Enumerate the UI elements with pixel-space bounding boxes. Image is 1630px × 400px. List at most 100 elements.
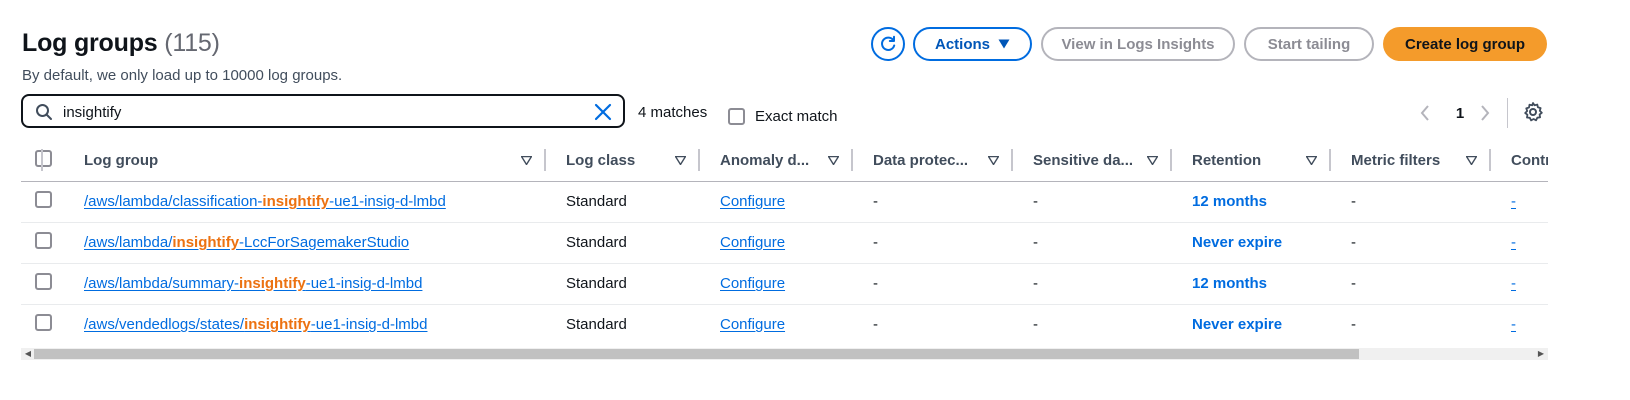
retention-link[interactable]: 12 months [1192,193,1267,210]
view-in-logs-insights-button[interactable]: View in Logs Insights [1041,27,1235,61]
refresh-button[interactable] [871,27,905,61]
row-checkbox[interactable] [35,191,52,208]
chevron-right-icon [1481,105,1490,121]
row-select-cell [21,222,64,264]
scroll-right-arrow-icon[interactable]: ▶ [1536,349,1546,359]
retention-cell: 12 months [1172,263,1331,305]
column-header-metric-filters[interactable]: Metric filters [1331,140,1491,182]
scrollbar-thumb[interactable] [34,349,1359,359]
contributor-insights-cell: - [1491,222,1548,264]
contributor-insights-cell: - [1491,304,1548,345]
log-class-cell: Standard [546,222,700,264]
sensitive-data-cell: - [1013,263,1172,305]
log-group-cell: /aws/vendedlogs/states/insightify-ue1-in… [64,304,546,345]
start-tailing-button[interactable]: Start tailing [1244,27,1374,61]
log-group-link[interactable]: /aws/lambda/classification-insightify-ue… [84,193,446,210]
column-header-sensitive-data[interactable]: Sensitive da... [1013,140,1172,182]
sensitive-data-cell: - [1013,181,1172,223]
configure-link[interactable]: Configure [720,193,785,210]
sensitive-data-cell: - [1033,316,1038,334]
contributor-insights-link[interactable]: - [1511,193,1516,210]
log-group-cell: /aws/lambda/insightify-LccForSagemakerSt… [64,222,546,264]
select-all-checkbox[interactable] [35,149,52,167]
anomaly-detection-cell: Configure [700,304,853,345]
retention-link[interactable]: Never expire [1192,316,1282,333]
previous-page-button[interactable] [1420,100,1440,126]
scroll-left-arrow-icon[interactable]: ◀ [23,349,33,359]
configure-link[interactable]: Configure [720,275,785,292]
column-header-data-protection[interactable]: Data protec... [853,140,1013,182]
contributor-insights-cell: - [1491,263,1548,305]
actions-dropdown-button[interactable]: Actions [913,27,1032,61]
sort-icon [1147,155,1158,165]
sort-icon [1466,155,1477,165]
metric-filters-cell: - [1331,222,1491,264]
actions-label: Actions [934,35,990,53]
column-header-retention[interactable]: Retention [1172,140,1331,182]
retention-cell: Never expire [1172,222,1331,264]
page-subtitle: By default, we only load up to 10000 log… [22,67,343,84]
search-match-highlight: insightify [172,234,240,251]
retention-link[interactable]: 12 months [1192,275,1267,292]
search-filter[interactable]: insightify [21,94,625,128]
row-checkbox[interactable] [35,273,52,290]
sort-icon [521,155,532,165]
column-header-log-class[interactable]: Log class [546,140,700,182]
log-class-cell: Standard [546,181,700,223]
sensitive-data-cell: - [1013,222,1172,264]
metric-filters-cell: - [1331,181,1491,223]
metric-filters-cell: - [1351,316,1356,334]
table-row[interactable]: /aws/lambda/summary-insightify-ue1-insig… [21,263,1548,305]
search-icon [36,104,52,120]
configure-link[interactable]: Configure [720,316,785,333]
search-input[interactable]: insightify [63,104,121,121]
log-group-link[interactable]: /aws/lambda/summary-insightify-ue1-insig… [84,275,422,292]
exact-match-checkbox-box[interactable] [728,108,745,125]
exact-match-checkbox[interactable]: Exact match [728,108,838,125]
retention-cell: 12 months [1172,181,1331,223]
log-class-cell: Standard [546,263,700,305]
row-select-cell [21,304,64,345]
log-group-link[interactable]: /aws/vendedlogs/states/insightify-ue1-in… [84,316,427,333]
log-class-cell: Standard [566,316,627,334]
sort-icon [675,155,686,165]
column-header-log-group[interactable]: Log group [64,140,546,182]
configure-link[interactable]: Configure [720,234,785,251]
row-checkbox[interactable] [35,232,52,249]
sort-icon [828,155,839,165]
sort-icon [1306,155,1317,165]
create-log-group-button[interactable]: Create log group [1383,27,1547,61]
table-row[interactable]: /aws/lambda/classification-insightify-ue… [21,181,1548,223]
search-match-highlight: insightify [244,316,311,334]
data-protection-cell: - [853,222,1013,264]
metric-filters-cell: - [1331,263,1491,305]
contributor-insights-link[interactable]: - [1511,234,1516,251]
log-group-cell: /aws/lambda/classification-insightify-ue… [64,181,546,223]
table-row[interactable]: /aws/vendedlogs/states/insightify-ue1-in… [21,304,1548,345]
page-number[interactable]: 1 [1452,100,1468,126]
next-page-button[interactable] [1480,100,1500,126]
page-title-text: Log groups [22,29,158,57]
log-groups-table: Log group Log class Anomaly d... Data pr… [21,140,1548,348]
contributor-insights-link[interactable]: - [1511,275,1516,292]
search-match-highlight: insightify [239,275,306,292]
exact-match-label: Exact match [755,108,838,125]
contributor-insights-cell: - [1491,181,1548,223]
retention-link[interactable]: Never expire [1192,234,1282,251]
select-all-cell [21,140,64,182]
close-icon[interactable] [593,102,613,122]
gear-icon[interactable] [1522,101,1544,123]
data-protection-cell: - [853,263,1013,305]
log-group-cell: /aws/lambda/summary-insightify-ue1-insig… [64,263,546,305]
contributor-insights-link[interactable]: - [1511,316,1516,333]
row-checkbox[interactable] [35,314,52,332]
table-header-row: Log group Log class Anomaly d... Data pr… [21,140,1548,182]
pagination-divider [1507,98,1508,128]
table-row[interactable]: /aws/lambda/insightify-LccForSagemakerSt… [21,222,1548,264]
column-header-anomaly-detection[interactable]: Anomaly d... [700,140,853,182]
caret-down-icon [998,39,1010,49]
column-header-contributor-insights[interactable]: Contr [1491,140,1548,182]
log-group-count: (115) [164,29,220,57]
log-group-link[interactable]: /aws/lambda/insightify-LccForSagemakerSt… [84,234,409,251]
horizontal-scrollbar[interactable]: ◀ ▶ [21,348,1548,360]
